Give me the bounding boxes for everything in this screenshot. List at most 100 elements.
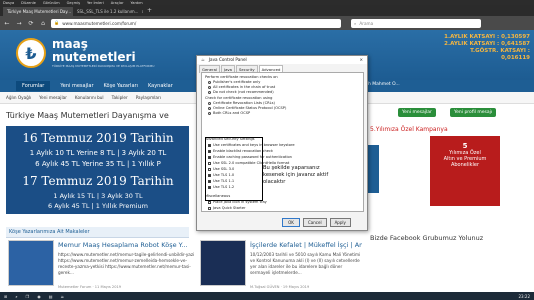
search-input[interactable]: ⌕ Arama bbox=[351, 18, 481, 28]
radio-option[interactable]: Both CRLs and OCSP bbox=[208, 111, 250, 115]
banner-line: 1 Aylık 10 TL Yerine 8 TL | 3 Aylık 20 T… bbox=[29, 149, 167, 157]
post-thumbnail[interactable] bbox=[8, 240, 54, 286]
post-title[interactable]: İşçilerde Kefalet | Mükeffel İşçi | Amba… bbox=[250, 241, 362, 249]
folder-taskbar-icon[interactable]: ▤ bbox=[49, 294, 53, 299]
radio-option[interactable]: Publisher's certificate only bbox=[208, 80, 260, 84]
tab-label: Türkiye Maaş Mutemetleri Day... bbox=[7, 9, 71, 14]
menu-item[interactable]: Geçmiş bbox=[67, 1, 80, 5]
post-title[interactable]: Memur Maaş Hesaplama Robot Köşe Y... bbox=[58, 241, 198, 249]
ad-text: 5 bbox=[462, 142, 468, 150]
browser-tab[interactable]: Türkiye Maaş Mutemetleri Day... × bbox=[3, 7, 73, 16]
menu-item[interactable]: Araçlar bbox=[111, 1, 124, 5]
option-label: Both CRLs and OCSP bbox=[213, 111, 251, 115]
reload-icon[interactable]: ⟳ bbox=[27, 20, 35, 27]
menu-item[interactable]: Yardım bbox=[131, 1, 143, 5]
logo-text: mutemetleri bbox=[52, 50, 136, 64]
ad-text: Abonelikler bbox=[450, 162, 480, 168]
dialog-buttons: OK Cancel Apply bbox=[282, 218, 351, 227]
annotation-note: Bu şekilde yaparsanız kesenek için javan… bbox=[263, 165, 329, 185]
java-taskbar-icon[interactable]: ☕ bbox=[60, 294, 64, 299]
nav-bar: ← → ⟳ ⌂ 🔒 www.maasmutemetleri.com/forum/… bbox=[0, 16, 534, 30]
java-icon: ☕ bbox=[201, 57, 205, 62]
option-label: Online Certificate Status Protocol (OCSP… bbox=[213, 106, 287, 110]
section-heading: Köşe Yazarlarımıza Ait Makaleler bbox=[6, 227, 189, 238]
dialog-title: Java Control Panel bbox=[208, 57, 247, 62]
ok-button[interactable]: OK bbox=[282, 218, 300, 227]
checkbox-icon bbox=[208, 206, 211, 210]
tree-group: Perform certificate revocation checks on bbox=[205, 75, 278, 79]
radio-option[interactable]: Online Certificate Status Protocol (OCSP… bbox=[208, 106, 286, 110]
browser-taskbar-icon[interactable]: ◉ bbox=[37, 294, 41, 299]
radio-icon bbox=[208, 101, 211, 105]
post-meta: Mutemetler Forum · 11 Mayıs 2019 bbox=[58, 285, 122, 289]
dialog-titlebar: ☕ Java Control Panel × bbox=[197, 56, 367, 64]
close-icon[interactable]: × bbox=[359, 57, 363, 63]
nav-forums[interactable]: Forumlar bbox=[16, 81, 51, 91]
menu-item[interactable]: Görünüm bbox=[43, 1, 60, 5]
advanced-settings-tree: Perform certificate revocation checks on… bbox=[201, 72, 364, 212]
cancel-button[interactable]: Cancel bbox=[303, 218, 327, 227]
taskbar: ⊞ ⌕ ❐ ◉ ▤ ☕ 23:22 bbox=[0, 292, 534, 300]
new-messages-button[interactable]: Yeni mesajlar bbox=[398, 108, 436, 117]
facebook-heading: Bizde Facebook Grubumuz Yolunuz bbox=[370, 234, 484, 242]
clock: 23:22 bbox=[518, 293, 530, 299]
tree-label: Check for certificate revocation using bbox=[205, 96, 273, 100]
tab-bar: Türkiye Maaş Mutemetleri Day... × SSL_SS… bbox=[0, 5, 534, 16]
subnav-item[interactable]: Takipler bbox=[112, 95, 128, 100]
new-profile-message-button[interactable]: Yeni profil mesajı bbox=[450, 108, 497, 117]
banner-line: 17 Temmuz 2019 Tarihin bbox=[22, 174, 174, 188]
home-icon[interactable]: ⌂ bbox=[39, 20, 47, 27]
subnav-item[interactable]: Konularını bul bbox=[75, 95, 104, 100]
option-label: Java Quick Starter bbox=[213, 206, 246, 210]
subnav-item[interactable]: Ağlın Oyağlı bbox=[6, 95, 31, 100]
url-bar[interactable]: 🔒 www.maasmutemetleri.com/forum/ bbox=[51, 18, 341, 28]
logo-tagline: TÜRKİYE MAAŞ MUTEMETLERİ DAYANIŞMA VE PA… bbox=[52, 64, 155, 68]
tree-group: Check for certificate revocation using bbox=[205, 96, 272, 100]
menu-item[interactable]: Düzenle bbox=[21, 1, 36, 5]
coefficient-ticker: 1.AYLIK KATSAYI : 0,130597 2.AYLIK KATSA… bbox=[440, 34, 530, 62]
option-label: Do not check (not recommended) bbox=[213, 90, 274, 94]
back-icon[interactable]: ← bbox=[3, 20, 11, 27]
radio-option[interactable]: All certificates in the chain of trust bbox=[208, 85, 275, 89]
new-tab-icon[interactable]: + bbox=[143, 7, 156, 16]
campaign-ad[interactable]: 5 Yılımıza Özel Altın ve Premium Aboneli… bbox=[430, 136, 500, 206]
subnav-item[interactable]: Paylaşımları bbox=[136, 95, 161, 100]
option-label: Certificate Revocation Lists (CRLs) bbox=[213, 101, 275, 105]
radio-icon bbox=[208, 85, 211, 89]
logo-icon[interactable]: ₺ bbox=[16, 38, 46, 68]
logo-text: maaş bbox=[52, 37, 88, 51]
nav-new-messages[interactable]: Yeni mesajlar bbox=[60, 83, 93, 89]
radio-option[interactable]: Do not check (not recommended) bbox=[208, 90, 274, 94]
highlight-box bbox=[205, 137, 263, 201]
post-excerpt: 10/12/2003 tarihli ve 5010 sayılı Kamu M… bbox=[250, 252, 361, 275]
banner-line: 6 Aylık 45 TL | 1 Yıllık Premium bbox=[48, 202, 148, 210]
forward-icon[interactable]: → bbox=[15, 20, 23, 27]
post-thumbnail[interactable] bbox=[200, 240, 246, 286]
nav-columnists[interactable]: Köşe Yazarları bbox=[104, 83, 138, 89]
radio-option[interactable]: Certificate Revocation Lists (CRLs) bbox=[208, 101, 275, 105]
banner-line: 1 Aylık 15 TL | 3 Aylık 30 TL bbox=[53, 192, 143, 200]
post-meta: M.Tuğsal GÜVEN · 19 Mayıs 2019 bbox=[250, 285, 310, 289]
search-icon[interactable]: ⌕ bbox=[15, 294, 17, 299]
side-ribbon bbox=[367, 145, 379, 193]
browser-tab[interactable]: SSL_SSL_TLS ile 1.2 kullanım... × bbox=[73, 7, 143, 16]
menu-item[interactable]: Yer İmleri bbox=[87, 1, 104, 5]
nav-resources[interactable]: Kaynaklar bbox=[148, 83, 173, 89]
sidebar-heading: 5.Yılımıza Özel Kampanya bbox=[370, 126, 448, 133]
checkbox-option[interactable]: Java Quick Starter bbox=[208, 206, 246, 210]
java-control-panel-dialog: ☕ Java Control Panel × General Java Secu… bbox=[196, 55, 368, 231]
radio-icon bbox=[208, 111, 211, 115]
menu-item[interactable]: Dosya bbox=[3, 1, 14, 5]
apply-button[interactable]: Apply bbox=[329, 218, 351, 227]
search-placeholder: Arama bbox=[359, 20, 374, 26]
tab-label: SSL_SSL_TLS ile 1.2 kullanım... bbox=[77, 9, 139, 14]
url-text: www.maasmutemetleri.com/forum/ bbox=[62, 20, 137, 26]
windows-start-icon[interactable]: ⊞ bbox=[4, 294, 7, 299]
page-title: Türkiye Maaş Mutemetleri Dayanışma ve bbox=[6, 111, 169, 120]
search-icon: ⌕ bbox=[354, 20, 357, 26]
option-label: Publisher's certificate only bbox=[213, 80, 261, 84]
radio-icon bbox=[208, 90, 211, 94]
task-view-icon[interactable]: ❐ bbox=[26, 294, 30, 299]
subnav-item[interactable]: Yeni mesajlar bbox=[39, 95, 67, 100]
radio-icon bbox=[208, 106, 211, 110]
